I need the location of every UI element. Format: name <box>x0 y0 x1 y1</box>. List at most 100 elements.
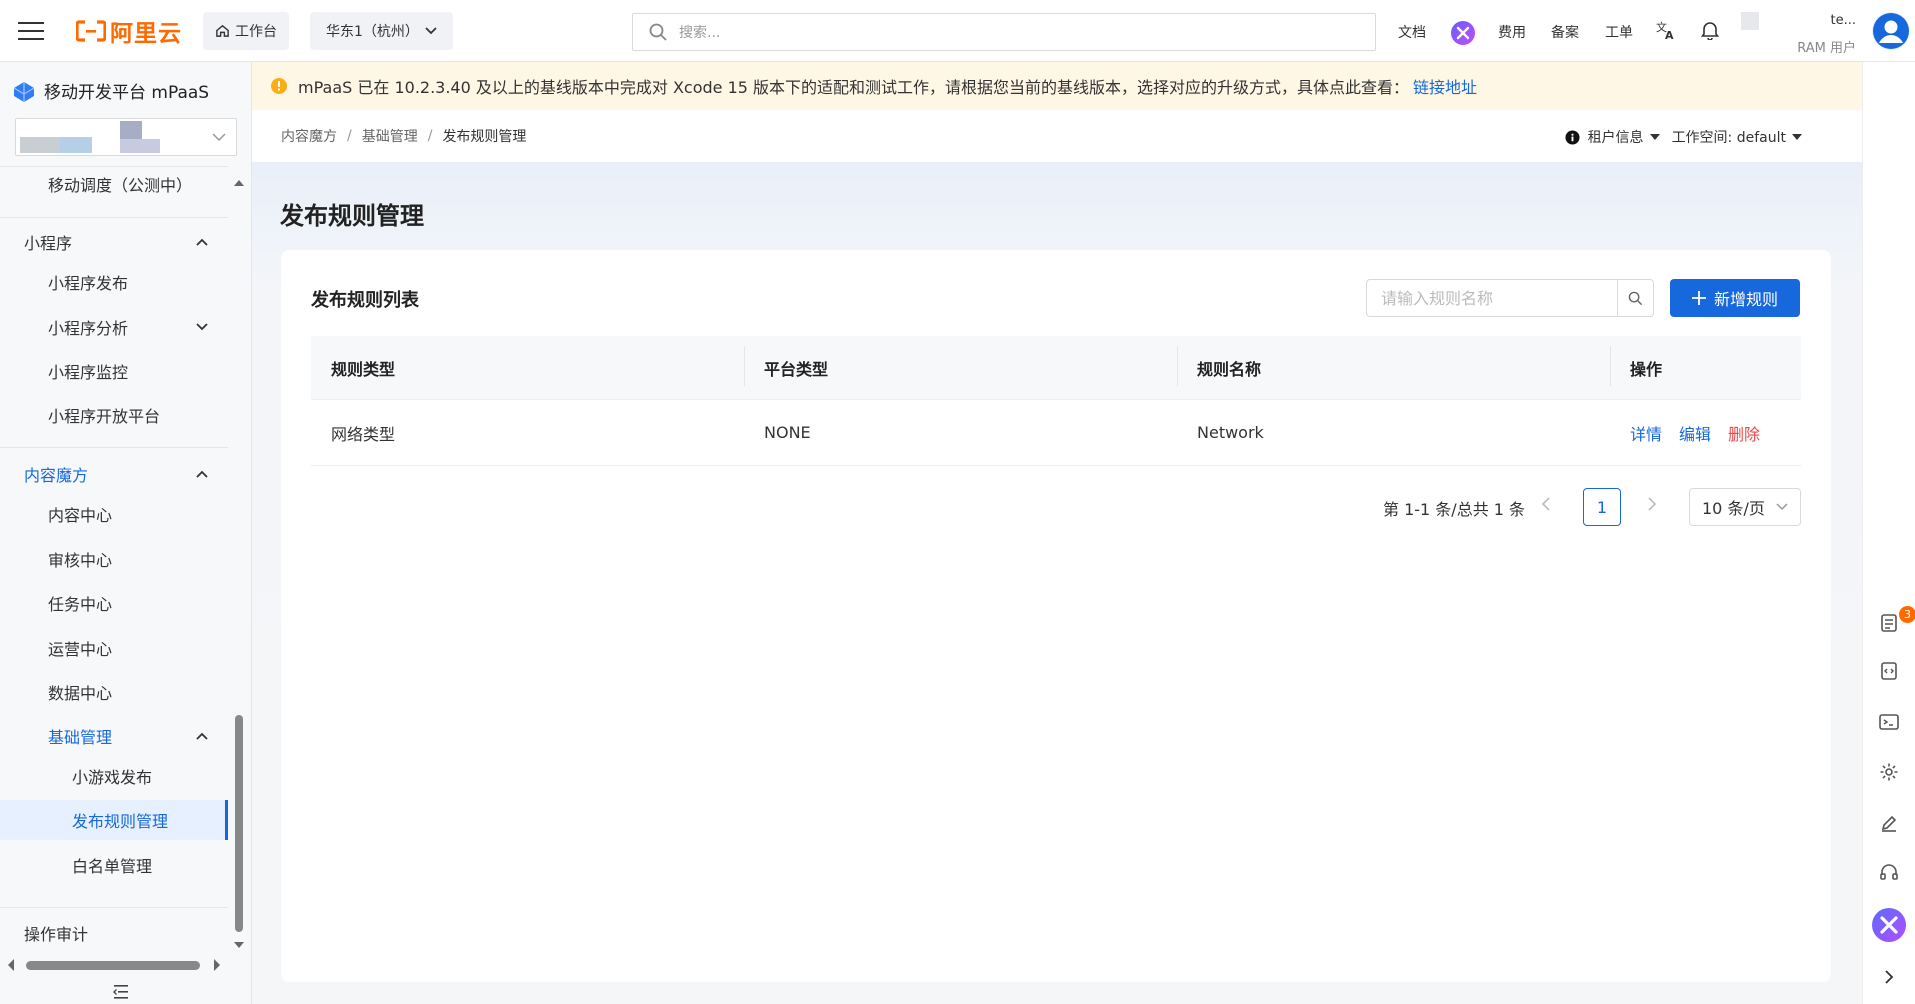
scrollbar-thumb[interactable] <box>235 715 243 932</box>
page-size-select[interactable]: 10 条/页 <box>1689 488 1801 526</box>
sidebar-item-operation-center[interactable]: 运营中心 <box>0 628 228 668</box>
document-code-icon[interactable] <box>1876 658 1902 684</box>
sidebar-item-mini-program-publish[interactable]: 小程序发布 <box>0 262 228 302</box>
aliyun-logo-icon <box>76 19 106 42</box>
table-header: 规则类型 平台类型 规则名称 操作 <box>311 336 1801 400</box>
breadcrumb-item[interactable]: 内容魔方 <box>281 126 337 146</box>
search-button[interactable] <box>1617 280 1653 316</box>
pagination: 第 1-1 条/总共 1 条 1 10 条/页 <box>281 486 1801 526</box>
table-row: 网络类型 NONE Network 详情 编辑 删除 <box>311 400 1801 466</box>
delete-link[interactable]: 删除 <box>1728 425 1760 444</box>
billing-link[interactable]: 费用 <box>1498 22 1526 42</box>
breadcrumb-separator: / <box>427 128 433 144</box>
menu-icon[interactable] <box>0 0 62 62</box>
ai-assistant-icon[interactable] <box>1451 21 1475 45</box>
sidebar-item-task-center[interactable]: 任务中心 <box>0 583 228 623</box>
divider <box>0 907 228 908</box>
sidebar-item-mini-program-analysis[interactable]: 小程序分析 <box>0 307 228 347</box>
card-title: 发布规则列表 <box>311 290 419 311</box>
app-selector[interactable] <box>15 118 237 156</box>
ticket-link[interactable]: 工单 <box>1605 22 1633 42</box>
notice-message: mPaaS 已在 10.2.3.40 及以上的基线版本中完成对 Xcode 15… <box>298 78 1410 97</box>
sidebar-item-mini-game-publish[interactable]: 小游戏发布 <box>0 756 228 796</box>
bell-icon[interactable] <box>1701 20 1719 40</box>
region-label: 华东1（杭州） <box>326 23 419 40</box>
sidebar-vertical-scrollbar[interactable] <box>230 172 248 962</box>
breadcrumb-current: 发布规则管理 <box>442 129 527 145</box>
search-placeholder: 搜索... <box>679 25 721 41</box>
chevron-right-icon <box>1648 497 1657 511</box>
region-selector[interactable]: 华东1（杭州） <box>310 11 453 50</box>
info-icon <box>1565 129 1580 145</box>
notice-banner: mPaaS 已在 10.2.3.40 及以上的基线版本中完成对 Xcode 15… <box>252 62 1862 110</box>
workspace-dropdown[interactable]: 工作空间: default <box>1672 127 1786 147</box>
divider <box>0 217 228 218</box>
user-role: RAM 用户 <box>1797 41 1856 56</box>
language-icon[interactable]: 文A <box>1656 20 1676 40</box>
headset-support-icon[interactable] <box>1876 860 1902 886</box>
breadcrumb-item[interactable]: 基础管理 <box>362 126 418 146</box>
column-header: 操作 <box>1610 345 1801 386</box>
scroll-left-arrow[interactable] <box>8 959 14 971</box>
aliyun-logo[interactable]: 阿里云 <box>76 0 182 62</box>
sidebar-item-content-center[interactable]: 内容中心 <box>0 494 228 534</box>
user-name[interactable]: te... <box>1800 13 1857 28</box>
breadcrumb: 内容魔方 / 基础管理 / 发布规则管理 租户信息 工作空间: default <box>252 110 1862 162</box>
sidebar-item-data-center[interactable]: 数据中心 <box>0 672 228 712</box>
docs-link[interactable]: 文档 <box>1398 22 1426 42</box>
tenant-info-dropdown[interactable]: 租户信息 <box>1588 127 1644 147</box>
chevron-left-icon <box>1541 497 1550 511</box>
icp-filing-link[interactable]: 备案 <box>1551 22 1579 42</box>
notification-badge: 3 <box>1899 606 1915 623</box>
sidebar-group-basic-management[interactable]: 基础管理 <box>0 716 228 756</box>
next-page-button[interactable] <box>1647 496 1657 512</box>
column-header: 规则名称 <box>1177 345 1610 386</box>
svg-text:A: A <box>1665 29 1674 40</box>
caret-down-icon <box>1792 134 1802 140</box>
page-size-value: 10 条/页 <box>1702 499 1765 518</box>
scroll-down-arrow[interactable] <box>234 942 244 948</box>
gear-icon[interactable] <box>1876 759 1902 785</box>
sidebar-item-review-center[interactable]: 审核中心 <box>0 539 228 579</box>
workbench-button[interactable]: 工作台 <box>203 11 289 50</box>
chevron-down-icon <box>425 26 437 34</box>
notice-link[interactable]: 链接地址 <box>1413 74 1477 98</box>
actions-cell: 详情 编辑 删除 <box>1610 421 1801 445</box>
rule-name-search <box>1366 279 1654 317</box>
scroll-up-arrow[interactable] <box>234 180 244 186</box>
search-icon <box>1628 291 1643 305</box>
logo-text: 阿里云 <box>110 20 182 47</box>
ai-assistant-icon[interactable] <box>1872 908 1906 942</box>
sidebar-group-content-magic[interactable]: 内容魔方 <box>0 454 228 494</box>
sidebar-item-mini-program-open-platform[interactable]: 小程序开放平台 <box>0 395 228 435</box>
edit-icon[interactable] <box>1876 810 1902 836</box>
global-search-input[interactable]: 搜索... <box>632 13 1376 51</box>
rule-type-cell: 网络类型 <box>331 424 396 444</box>
scroll-right-arrow[interactable] <box>214 959 220 971</box>
collapse-sidebar-icon[interactable] <box>112 984 130 1000</box>
sidebar-group-mini-program[interactable]: 小程序 <box>0 222 228 262</box>
terminal-icon[interactable] <box>1876 709 1902 735</box>
caret-down-icon <box>1649 134 1660 140</box>
avatar[interactable] <box>1872 12 1910 50</box>
page-number[interactable]: 1 <box>1583 488 1621 526</box>
prev-page-button[interactable] <box>1541 496 1551 512</box>
detail-link[interactable]: 详情 <box>1630 425 1662 444</box>
edit-link[interactable]: 编辑 <box>1679 425 1711 444</box>
scrollbar-thumb[interactable] <box>26 961 200 970</box>
sidebar-item-publish-rule-management[interactable]: 发布规则管理 <box>0 800 228 840</box>
sidebar-item-whitelist-management[interactable]: 白名单管理 <box>0 845 228 885</box>
expand-rail-icon[interactable] <box>1876 964 1902 990</box>
rule-table: 规则类型 平台类型 规则名称 操作 网络类型 NONE Network 详情 编辑… <box>311 336 1801 466</box>
sidebar-item-mobile-dispatch[interactable]: 移动调度（公测中） <box>0 164 228 204</box>
blurred-app-name <box>20 137 60 153</box>
chevron-down-icon <box>1776 503 1788 511</box>
platform-type-cell: NONE <box>764 423 811 442</box>
pagination-total: 第 1-1 条/总共 1 条 <box>1383 500 1526 519</box>
sidebar-horizontal-scrollbar[interactable] <box>0 955 230 975</box>
sidebar-item-mini-program-monitor[interactable]: 小程序监控 <box>0 351 228 391</box>
rule-name-cell: Network <box>1197 423 1264 442</box>
sidebar-item-operation-audit[interactable]: 操作审计 <box>0 913 228 953</box>
add-rule-button[interactable]: 新增规则 <box>1670 279 1800 317</box>
rule-name-input[interactable] <box>1367 280 1617 316</box>
